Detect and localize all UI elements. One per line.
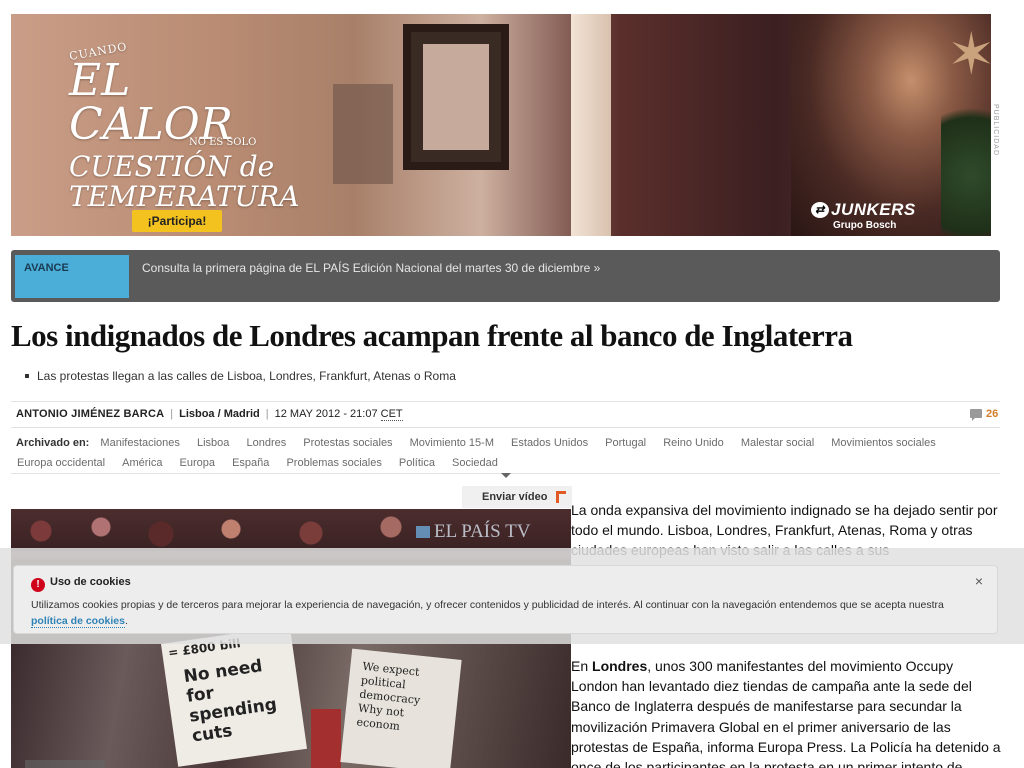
tv-logo-text: EL PAÍS TV: [434, 521, 531, 542]
tag-link[interactable]: Lisboa: [197, 433, 229, 453]
cookie-text: Utilizamos cookies propias y de terceros…: [31, 597, 961, 629]
ad-christmas-tree: [941, 84, 991, 236]
ad-side-label: PUBLICIDAD: [992, 104, 999, 157]
article-subhead-text: Las protestas llegan a las calles de Lis…: [37, 369, 456, 383]
ad-window-light: [571, 14, 611, 236]
ad-star-icon: ✶: [947, 22, 991, 87]
ad-background-frame: [333, 84, 393, 184]
ad-brand-name: ⇄ JUNKERS: [811, 200, 916, 220]
byline-timezone: CET: [380, 408, 403, 421]
tag-link[interactable]: Portugal: [605, 433, 646, 453]
tag-link[interactable]: América: [122, 453, 162, 473]
front-page-link[interactable]: Consulta la primera página de EL PAÍS Ed…: [142, 261, 600, 275]
ad-slogan-small-2: NO ES SOLO: [189, 137, 257, 148]
divider: [11, 401, 1000, 402]
ad-brand-sub: Grupo Bosch: [833, 220, 897, 231]
cookie-title-text: Uso de cookies: [50, 576, 131, 588]
comment-bubble-icon: [970, 409, 982, 421]
cookie-text-end: .: [124, 615, 128, 627]
avance-bar: AVANCE Consulta la primera página de EL …: [11, 250, 1000, 302]
advertisement-banner[interactable]: ✶ CUANDO EL CALOR NO ES SOLO CUESTIÓN de…: [11, 14, 991, 236]
cookie-body: Utilizamos cookies propias y de terceros…: [31, 599, 944, 611]
byline: ANTONIO JIMÉNEZ BARCA | Lisboa / Madrid | 12…: [16, 408, 403, 421]
author-link[interactable]: ANTONIO JIMÉNEZ BARCA: [16, 408, 164, 420]
ad-brand-logo: ⇄ JUNKERS Grupo Bosch: [811, 200, 916, 231]
comments-count: 26: [986, 408, 999, 420]
tag-link[interactable]: Movimientos sociales: [831, 433, 936, 453]
ad-slogan-big-1: EL CALOR: [69, 55, 233, 150]
byline-date: 12 MAY 2012 - 21:07: [274, 408, 378, 420]
ad-picture-frame: [403, 24, 509, 170]
tags-list: Archivado en: Manifestaciones Lisboa Lon…: [16, 433, 996, 473]
video-red-sign: [311, 709, 341, 768]
tag-link[interactable]: Problemas sociales: [286, 453, 381, 473]
article-paragraph-2: En Londres, unos 300 manifestantes del m…: [571, 656, 1001, 768]
tag-link[interactable]: Sociedad: [452, 453, 498, 473]
cookie-policy-link[interactable]: política de cookies: [31, 615, 125, 628]
tag-link[interactable]: Política: [399, 453, 435, 473]
tv-icon: [416, 526, 430, 538]
bullet-icon: [25, 374, 29, 378]
close-icon[interactable]: ×: [972, 574, 986, 588]
paragraph-2-bold: Londres: [592, 658, 648, 674]
ad-brand-name-text: JUNKERS: [831, 200, 916, 219]
comments-count-link[interactable]: 26: [970, 408, 999, 421]
warning-icon: !: [31, 578, 45, 592]
paragraph-2-prefix: En: [571, 658, 593, 674]
tag-link[interactable]: Movimiento 15-M: [410, 433, 494, 453]
tag-link[interactable]: Reino Unido: [663, 433, 724, 453]
caret-down-icon: [501, 473, 511, 478]
elpais-logo-icon: [556, 491, 566, 503]
byline-location: Lisboa / Madrid: [179, 408, 260, 420]
protest-sign-1: = £800 bill No need for spending cuts: [161, 625, 307, 767]
tags-label: Archivado en:: [16, 437, 90, 449]
tag-link[interactable]: Malestar social: [741, 433, 814, 453]
article-headline: Los indignados de Londres acampan frente…: [11, 318, 853, 353]
cookie-title: ! Uso de cookies: [31, 576, 131, 592]
ad-slogan-big-3: TEMPERATURA: [69, 180, 300, 213]
article-subhead: Las protestas llegan a las calles de Lis…: [25, 369, 456, 383]
tag-link[interactable]: Europa: [180, 453, 215, 473]
send-video-button[interactable]: Enviar vídeo: [462, 473, 572, 508]
tag-link[interactable]: España: [232, 453, 269, 473]
video-controls[interactable]: [25, 760, 105, 768]
divider: [11, 427, 1000, 428]
ad-slogan-big-2: CUESTIÓN de: [69, 150, 275, 183]
paragraph-2-rest: , unos 300 manifestantes del movimiento …: [571, 658, 1001, 768]
byline-separator: |: [265, 408, 269, 420]
cookie-notice: ! Uso de cookies Utilizamos cookies propi…: [13, 565, 998, 634]
byline-separator: |: [170, 408, 174, 420]
ad-slogan: CUANDO EL CALOR NO ES SOLO CUESTIÓN de T…: [68, 40, 300, 213]
junkers-logo-icon: ⇄: [811, 202, 829, 218]
protest-sign-2: We expect political democracy Why not ec…: [340, 648, 462, 768]
elpais-tv-watermark: EL PAÍS TV: [416, 521, 530, 543]
avance-badge: AVANCE: [15, 255, 129, 298]
send-video-label: Enviar vídeo: [482, 491, 548, 503]
tag-link[interactable]: Europa occidental: [17, 453, 105, 473]
tag-link[interactable]: Estados Unidos: [511, 433, 588, 453]
protest-sign-1-text: No need for spending cuts: [182, 656, 279, 747]
tag-link[interactable]: Protestas sociales: [303, 433, 392, 453]
ad-participate-button[interactable]: ¡Participa!: [132, 210, 222, 232]
tag-link[interactable]: Londres: [246, 433, 286, 453]
tag-link[interactable]: Manifestaciones: [100, 433, 180, 453]
